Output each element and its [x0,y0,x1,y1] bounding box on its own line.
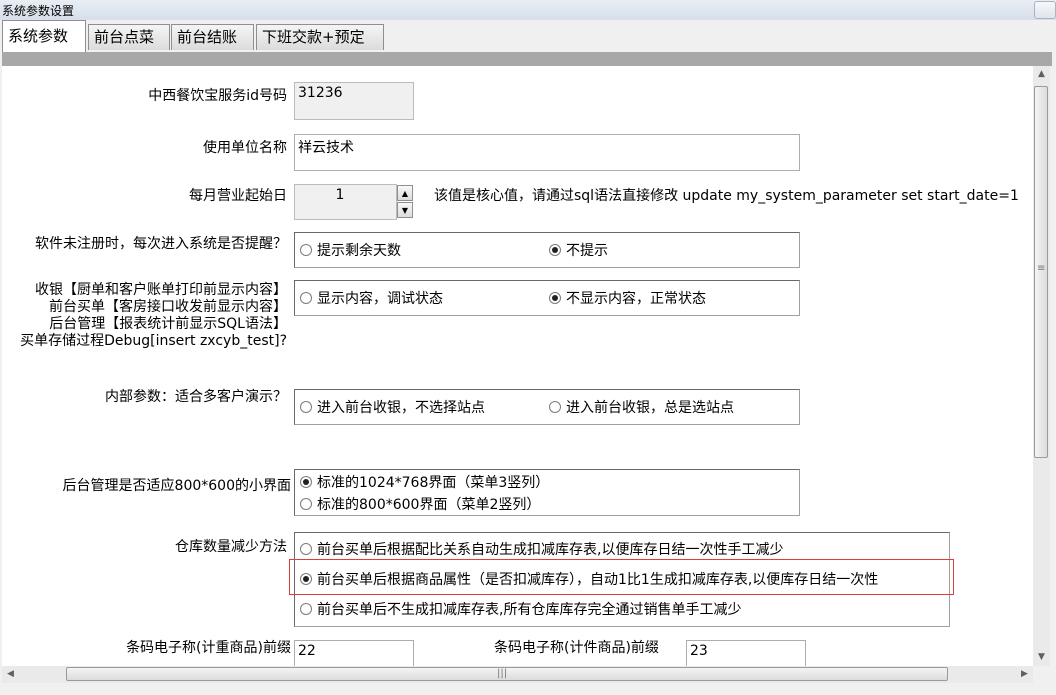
barcode-weight-label: 条码电子称(计重商品)前缀 [126,640,291,656]
scroll-down-icon[interactable]: ▼ [1033,649,1050,666]
radio-label: 不显示内容，正常状态 [566,291,706,307]
radio-ui-1024[interactable]: 标准的1024*768界面（菜单3竖列） [300,475,549,491]
radio-stock-ratio[interactable]: 前台买单后根据配比关系自动生成扣减库存表,以便库存日结一次性手工减少 [300,542,783,558]
tab-bar: 系统参数 前台点菜 前台结账 下班交款+预定 [0,20,1056,52]
radio-no-remind[interactable]: 不提示 [549,243,608,259]
radio-dot-checked-icon [549,244,561,256]
scroll-up-icon[interactable]: ▲ [1033,66,1050,83]
radio-label: 标准的1024*768界面（菜单3竖列） [317,475,550,491]
service-id-field: 31236 [294,82,414,120]
vertical-scroll-thumb[interactable]: ≡ [1034,86,1048,458]
grip-icon: ≡ [1037,263,1046,274]
bottom-border [0,683,1056,695]
demo-group: 进入前台收银，不选择站点 进入前台收银，总是选站点 [294,389,800,425]
radio-dot-icon [300,292,312,304]
radio-dot-icon [300,498,312,510]
spin-down-button[interactable]: ▼ [397,202,413,218]
scroll-left-icon[interactable]: ◀ [2,666,19,683]
barcode-count-input[interactable]: 23 [686,640,806,666]
radio-label: 前台买单后根据配比关系自动生成扣减库存表,以便库存日结一次性手工减少 [317,542,784,558]
tab-strip [2,52,1052,66]
radio-label: 不提示 [566,243,608,259]
window-button[interactable] [1034,1,1056,19]
spin-up-button[interactable]: ▲ [397,185,413,201]
radio-label: 标准的800*600界面（菜单2竖列） [317,497,541,513]
barcode-count-label: 条码电子称(计件商品)前缀 [494,640,659,656]
window-title: 系统参数设置 [2,4,75,18]
start-day-input[interactable]: 1 [294,184,397,220]
horizontal-scroll-thumb[interactable]: ||| [66,667,948,681]
radio-dot-icon [300,244,312,256]
focus-highlight [289,559,954,595]
unregistered-group: 提示剩余天数 不提示 [294,232,800,268]
radio-dot-checked-icon [549,292,561,304]
tab-shift-handover[interactable]: 下班交款+预定 [256,24,384,50]
radio-show-days[interactable]: 提示剩余天数 [300,243,401,259]
radio-dot-icon [300,543,312,555]
grip-icon: ||| [497,668,508,679]
debug-label-line: 后台管理【报表统计前显示SQL语法】 [49,316,287,332]
radio-dot-checked-icon [300,476,312,488]
radio-label: 进入前台收银，不选择站点 [317,400,485,416]
radio-label: 前台买单后不生成扣减库存表,所有仓库库存完全通过销售单手工减少 [317,602,742,618]
radio-stock-manual[interactable]: 前台买单后不生成扣减库存表,所有仓库库存完全通过销售单手工减少 [300,602,741,618]
small-ui-group: 标准的1024*768界面（菜单3竖列） 标准的800*600界面（菜单2竖列） [294,469,800,516]
horizontal-scrollbar[interactable]: ◀ ||| ▶ [2,666,1033,683]
small-ui-label: 后台管理是否适应800*600的小界面 [62,478,291,494]
tab-system-params[interactable]: 系统参数 [2,20,86,52]
unit-name-input[interactable]: 祥云技术 [294,134,800,171]
debug-label-line: 前台买单【客房接口收发前显示内容】 [49,299,287,315]
scroll-right-icon[interactable]: ▶ [1016,666,1033,683]
start-day-note: 该值是核心值，请通过sql语法直接修改 update my_system_par… [434,188,1019,204]
unit-name-label: 使用单位名称 [203,140,287,156]
radio-label: 提示剩余天数 [317,243,401,259]
unregistered-label: 软件未注册时，每次进入系统是否提醒？ [35,236,287,252]
service-id-label: 中西餐饮宝服务id号码 [148,88,287,104]
debug-label-line: 收银【厨单和客户账单打印前显示内容】 [35,282,287,298]
radio-label: 进入前台收银，总是选站点 [566,400,734,416]
radio-demo-site[interactable]: 进入前台收银，总是选站点 [549,400,734,416]
radio-dot-icon [300,603,312,615]
radio-debug-hide[interactable]: 不显示内容，正常状态 [549,291,706,307]
radio-label: 显示内容，调试状态 [317,291,443,307]
radio-dot-icon [300,401,312,413]
tab-front-order[interactable]: 前台点菜 [88,24,170,50]
barcode-weight-input[interactable]: 22 [294,640,414,666]
debug-label-line: 买单存储过程Debug[insert zxcyb_test]? [20,333,287,349]
settings-panel: 中西餐饮宝服务id号码 31236 使用单位名称 祥云技术 每月营业起始日 1 … [2,66,1033,666]
radio-ui-800[interactable]: 标准的800*600界面（菜单2竖列） [300,497,540,513]
start-day-label: 每月营业起始日 [189,188,287,204]
vertical-scrollbar[interactable]: ▲ ≡ ▼ [1033,66,1050,666]
debug-label: 收银【厨单和客户账单打印前显示内容】 前台买单【客房接口收发前显示内容】 后台管… [20,282,287,350]
radio-debug-show[interactable]: 显示内容，调试状态 [300,291,443,307]
title-bar: 系统参数设置 [0,0,1056,20]
stock-label: 仓库数量减少方法 [175,539,287,555]
tab-front-checkout[interactable]: 前台结账 [171,24,254,50]
radio-demo-no-site[interactable]: 进入前台收银，不选择站点 [300,400,485,416]
radio-dot-icon [549,401,561,413]
debug-group: 显示内容，调试状态 不显示内容，正常状态 [294,280,800,316]
demo-label: 内部参数：适合多客户演示？ [105,389,287,405]
